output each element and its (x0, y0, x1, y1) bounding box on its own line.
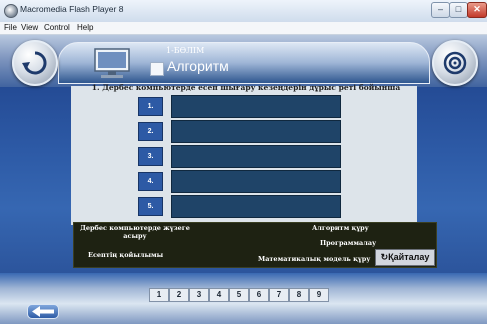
page-9[interactable]: 9 (309, 288, 329, 302)
answer-slot-2[interactable] (171, 120, 341, 143)
window-titlebar: Macromedia Flash Player 8 – □ ✕ (0, 0, 487, 23)
minimize-button[interactable]: – (431, 2, 450, 18)
answer-slot-3[interactable] (171, 145, 341, 168)
flash-stage: 1-БӨЛІМ Алгоритм 1. Дербес компьютерде е… (0, 35, 487, 324)
page-7[interactable]: 7 (269, 288, 289, 302)
previous-button[interactable] (27, 304, 59, 319)
page-6[interactable]: 6 (249, 288, 269, 302)
page-8[interactable]: 8 (289, 288, 309, 302)
option-problem-statement[interactable]: Есептің қойылымы (88, 251, 163, 259)
flash-player-icon (4, 4, 18, 18)
slot-number-1: 1. (138, 97, 163, 116)
slot-number-2: 2. (138, 122, 163, 141)
option-programming[interactable]: Программалау (320, 239, 376, 247)
answer-slot-5[interactable] (171, 195, 341, 218)
answer-slot-1[interactable] (171, 95, 341, 118)
left-arrow-icon (32, 306, 54, 317)
header-rim (0, 35, 487, 87)
spiral-logo-icon (443, 51, 467, 75)
menu-view[interactable]: View (21, 23, 38, 32)
topic-title: Алгоритм (167, 58, 229, 74)
menu-help[interactable]: Help (77, 23, 93, 32)
restart-button[interactable] (12, 40, 58, 86)
menu-control[interactable]: Control (44, 23, 70, 32)
page-2[interactable]: 2 (169, 288, 189, 302)
pencil-icon (150, 62, 164, 76)
menu-bar: File View Control Help (0, 22, 487, 35)
repeat-label: Қайталау (388, 252, 430, 262)
circular-arrow-icon (22, 51, 47, 75)
slot-number-4: 4. (138, 172, 163, 191)
slot-number-3: 3. (138, 147, 163, 166)
menu-file[interactable]: File (4, 23, 17, 32)
window-title: Macromedia Flash Player 8 (20, 4, 124, 14)
computer-monitor-icon (94, 48, 130, 78)
home-button[interactable] (432, 40, 478, 86)
option-algorithm[interactable]: Алгоритм құру (312, 224, 369, 232)
slot-number-5: 5. (138, 197, 163, 216)
page-3[interactable]: 3 (189, 288, 209, 302)
maximize-button[interactable]: □ (449, 2, 468, 18)
page-4[interactable]: 4 (209, 288, 229, 302)
option-math-model[interactable]: Математикалық модель құру (258, 255, 370, 263)
option-implement[interactable]: Дербес компьютерде жүзеге асыру (80, 224, 190, 240)
page-1[interactable]: 1 (149, 288, 169, 302)
page-5[interactable]: 5 (229, 288, 249, 302)
section-label: 1-БӨЛІМ (166, 46, 205, 55)
answer-slot-4[interactable] (171, 170, 341, 193)
repeat-button[interactable]: ↻Қайталау (375, 249, 435, 266)
close-button[interactable]: ✕ (467, 2, 487, 18)
